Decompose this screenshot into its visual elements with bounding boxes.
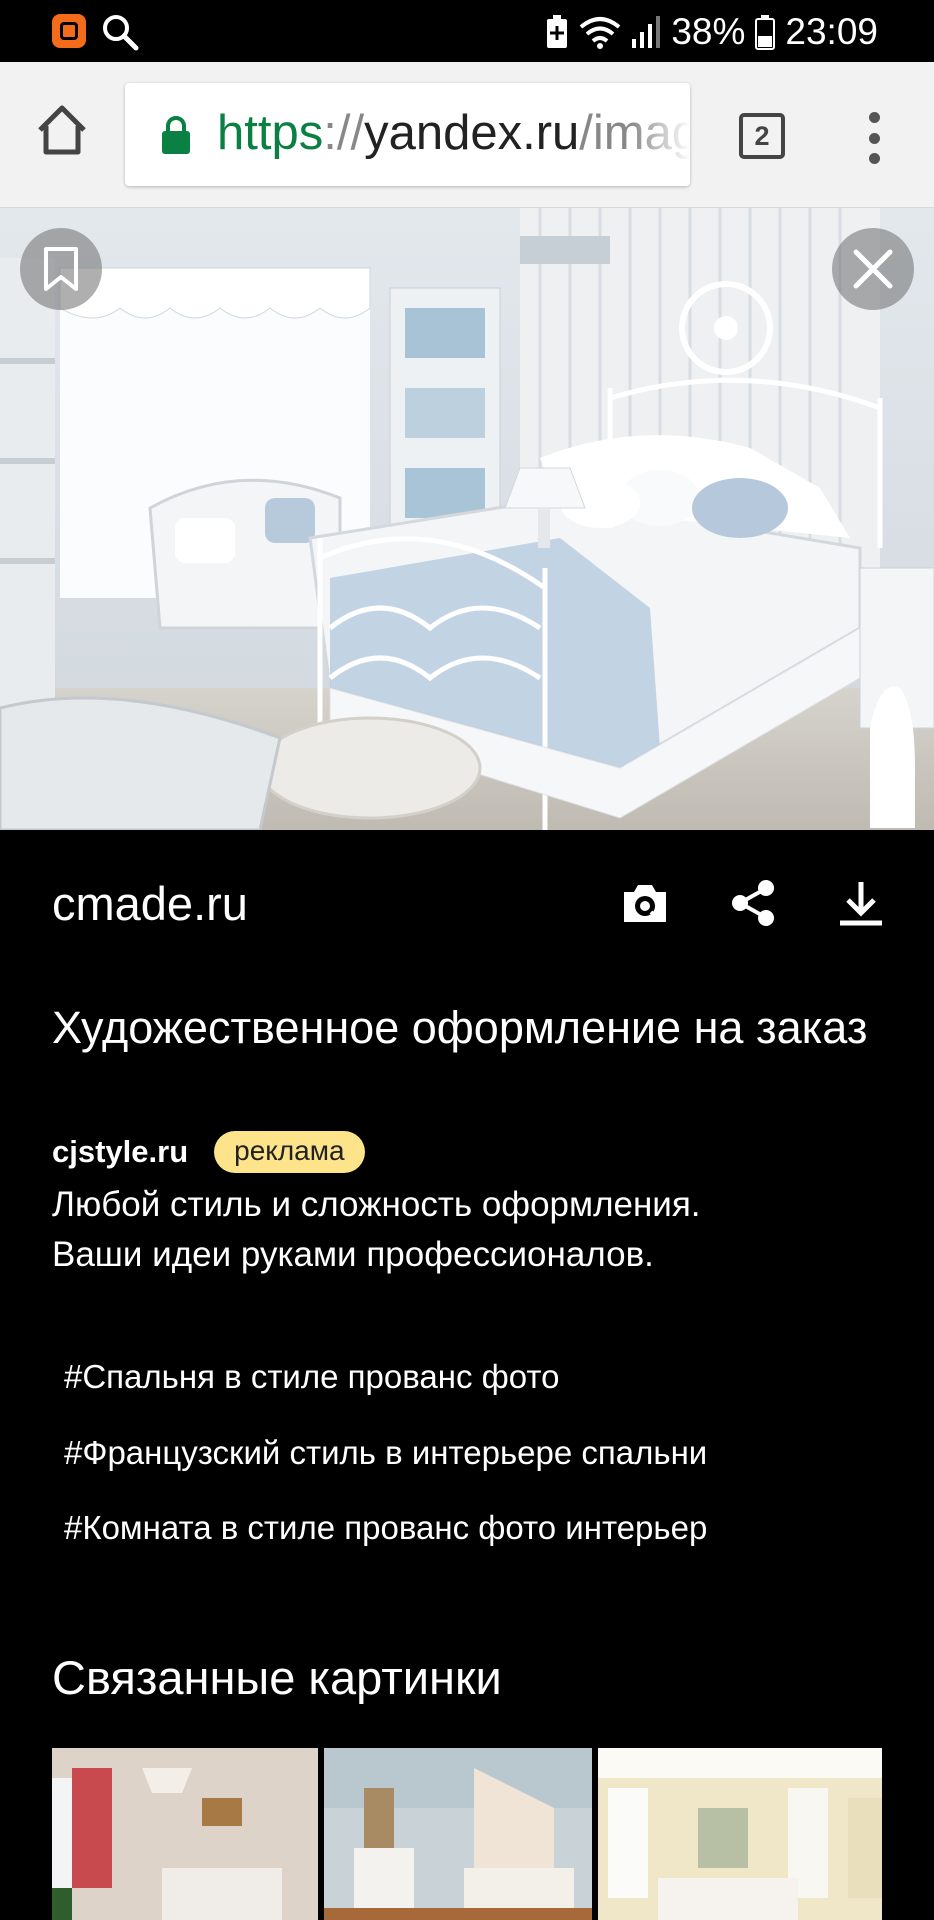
source-domain-link[interactable]: cmade.ru xyxy=(52,876,248,931)
signal-icon xyxy=(632,16,661,48)
clock: 23:09 xyxy=(785,11,878,52)
ad-description: Любой стиль и сложность оформления. Ваши… xyxy=(52,1180,892,1280)
related-images-strip xyxy=(52,1748,882,1920)
image-source-row: cmade.ru xyxy=(52,868,882,938)
home-icon[interactable] xyxy=(34,102,90,158)
download-icon[interactable] xyxy=(836,878,886,928)
ad-description-line: Любой стиль и сложность оформления. xyxy=(52,1185,701,1224)
ad-description-line: Ваши идеи руками профессионалов. xyxy=(52,1235,654,1274)
tag-link[interactable]: #Спальня в стиле прованс фото xyxy=(64,1358,560,1396)
related-image-thumbnail[interactable] xyxy=(324,1748,592,1920)
battery-saver-icon xyxy=(547,15,568,48)
overflow-menu-icon[interactable] xyxy=(862,112,886,164)
battery-percent: 38% xyxy=(671,11,746,52)
related-images-heading: Связанные картинки xyxy=(52,1651,502,1704)
ad-title[interactable]: Художественное оформление на заказ xyxy=(52,998,882,1058)
tag-link[interactable]: #Французский стиль в интерьере спальни xyxy=(64,1434,707,1472)
search-icon xyxy=(103,15,139,51)
close-button[interactable] xyxy=(832,228,914,310)
related-image-thumbnail[interactable] xyxy=(52,1748,318,1920)
browser-toolbar: https://yandex.ru/images/ 2 xyxy=(0,62,934,208)
main-image[interactable] xyxy=(0,208,934,830)
tab-count: 2 xyxy=(754,120,770,151)
lock-icon xyxy=(162,116,190,154)
mi-app-icon xyxy=(52,14,86,48)
close-icon xyxy=(853,249,893,289)
battery-icon xyxy=(755,15,776,50)
bookmark-button[interactable] xyxy=(20,228,102,310)
url-text: https://yandex.ru/images/ xyxy=(217,105,690,161)
url-separator: :// xyxy=(323,106,365,160)
url-scheme: https xyxy=(217,106,324,160)
url-host: yandex.ru xyxy=(364,106,580,160)
ad-badge: реклама xyxy=(214,1131,365,1173)
wifi-icon xyxy=(580,17,621,49)
ad-source-row: cjstyle.ru реклама xyxy=(52,1130,365,1174)
url-fade xyxy=(630,83,690,186)
bedroom-photo xyxy=(0,208,934,830)
bookmark-icon xyxy=(44,247,78,291)
status-bar: 38% 23:09 xyxy=(0,0,934,62)
camera-search-icon[interactable] xyxy=(620,878,670,928)
tag-link[interactable]: #Комната в стиле прованс фото интерьер xyxy=(64,1509,707,1547)
ad-domain[interactable]: cjstyle.ru xyxy=(52,1134,188,1170)
share-icon[interactable] xyxy=(728,878,778,928)
related-image-thumbnail[interactable] xyxy=(598,1748,882,1920)
tab-switcher-button[interactable]: 2 xyxy=(739,113,785,159)
address-bar[interactable]: https://yandex.ru/images/ xyxy=(125,83,690,186)
